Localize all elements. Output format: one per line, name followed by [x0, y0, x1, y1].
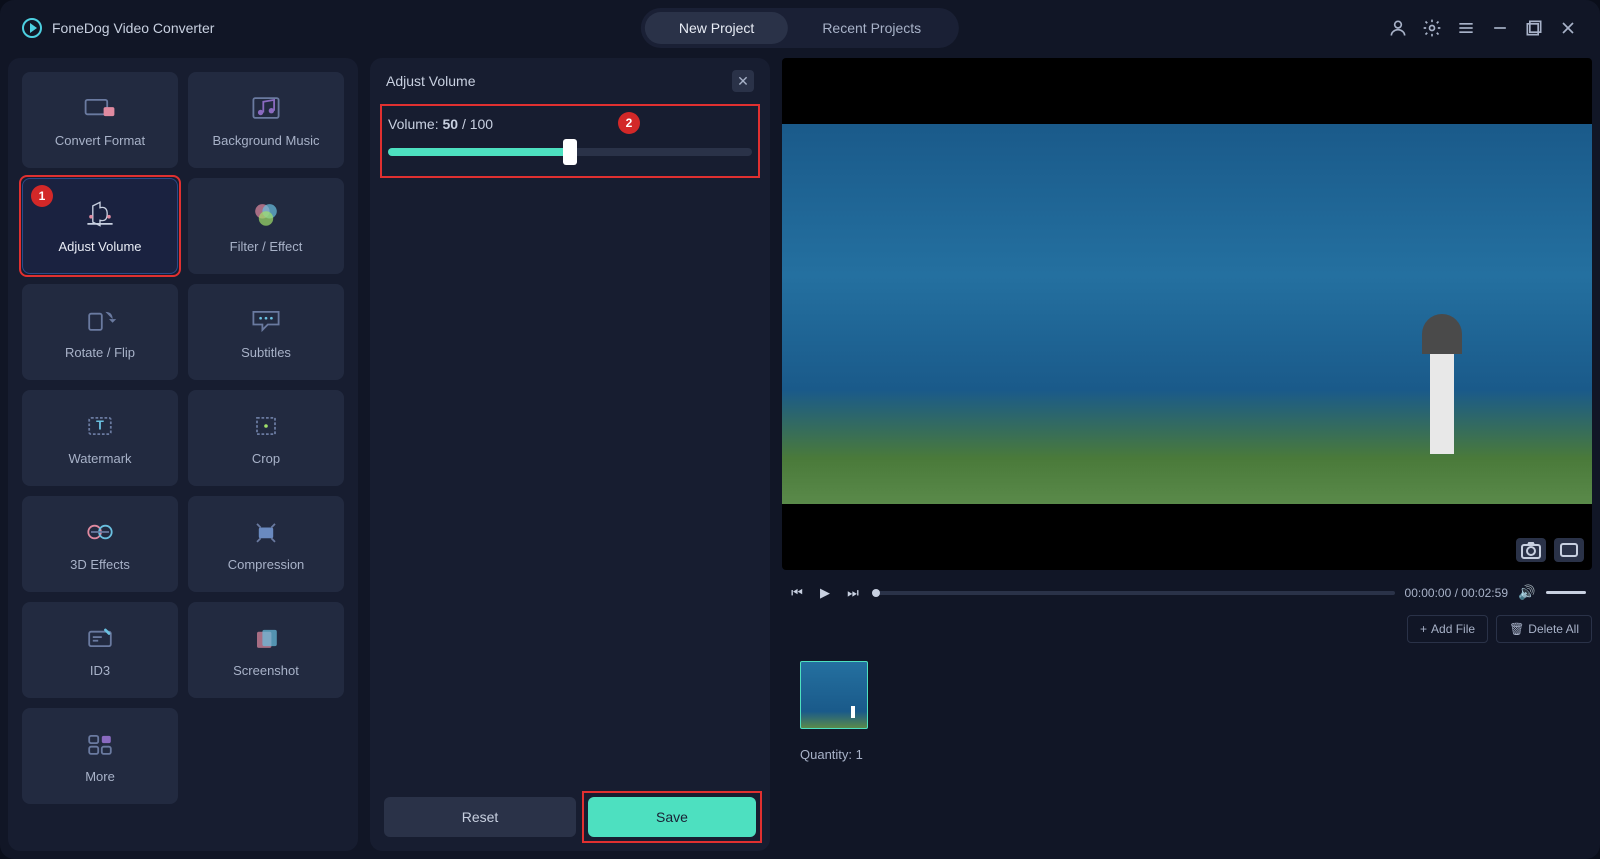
panel-actions: Reset 3 Save [370, 783, 770, 851]
delete-all-button[interactable]: 🗑Delete All [1496, 615, 1592, 643]
tool-label: Crop [252, 451, 280, 466]
volume-section: 2 Volume: 50 / 100 [380, 106, 760, 178]
file-thumbnails [782, 653, 1592, 737]
tools-sidebar: Convert Format Background Music 1 Adjust… [8, 58, 358, 851]
save-button[interactable]: Save [588, 797, 756, 837]
add-file-button[interactable]: +Add File [1407, 615, 1488, 643]
close-button[interactable] [1558, 18, 1578, 38]
tool-label: Filter / Effect [230, 239, 303, 254]
tool-compression[interactable]: Compression [188, 496, 344, 592]
tool-screenshot[interactable]: Screenshot [188, 602, 344, 698]
trash-icon: 🗑 [1509, 622, 1524, 636]
subtitles-icon [248, 305, 284, 335]
tool-label: Adjust Volume [58, 239, 141, 254]
svg-text:T: T [96, 418, 104, 432]
file-actions: +Add File 🗑Delete All [782, 615, 1592, 643]
volume-bar[interactable] [1546, 591, 1586, 594]
tool-label: Watermark [68, 451, 131, 466]
tool-label: Compression [228, 557, 305, 572]
volume-slider[interactable] [388, 148, 752, 156]
tool-subtitles[interactable]: Subtitles [188, 284, 344, 380]
player-controls: ⏮ ▶ ⏭ 00:00:00 / 00:02:59 🔊 [782, 580, 1592, 605]
preview-content [1412, 304, 1472, 454]
tool-label: 3D Effects [70, 557, 130, 572]
preview-frame [782, 124, 1592, 504]
save-button-wrap: 3 Save [588, 797, 756, 837]
filter-effect-icon [248, 199, 284, 229]
tool-id3[interactable]: ID3 [22, 602, 178, 698]
crop-icon [248, 411, 284, 441]
minimize-button[interactable] [1490, 18, 1510, 38]
id3-icon [82, 623, 118, 653]
background-music-icon [248, 93, 284, 123]
tool-label: Screenshot [233, 663, 299, 678]
tool-adjust-volume[interactable]: 1 Adjust Volume [22, 178, 178, 274]
project-tabs: New Project Recent Projects [641, 8, 959, 48]
3d-effects-icon [82, 517, 118, 547]
preview-tools [1516, 538, 1584, 562]
annotation-badge: 1 [31, 185, 53, 207]
quantity-value: 1 [856, 747, 863, 762]
tool-label: More [85, 769, 115, 784]
play-button[interactable]: ▶ [816, 585, 834, 601]
skip-forward-button[interactable]: ⏭ [844, 585, 862, 601]
more-icon [82, 729, 118, 759]
menu-icon[interactable] [1456, 18, 1476, 38]
right-panel: ⏮ ▶ ⏭ 00:00:00 / 00:02:59 🔊 +Add File 🗑D… [782, 58, 1592, 851]
window-controls [1388, 18, 1578, 38]
file-section: +Add File 🗑Delete All Quantity: 1 [782, 615, 1592, 851]
skip-back-button[interactable]: ⏮ [788, 585, 806, 601]
adjust-volume-icon [82, 199, 118, 229]
slider-thumb[interactable] [563, 139, 577, 165]
file-thumbnail[interactable] [800, 661, 868, 729]
volume-value: 50 [442, 116, 458, 132]
tool-background-music[interactable]: Background Music [188, 72, 344, 168]
settings-icon[interactable] [1422, 18, 1442, 38]
app-logo-icon [22, 18, 42, 38]
plus-icon: + [1420, 622, 1427, 636]
tool-label: Subtitles [241, 345, 291, 360]
tool-label: Rotate / Flip [65, 345, 135, 360]
panel-header: Adjust Volume ✕ [370, 58, 770, 104]
annotation-badge: 2 [618, 112, 640, 134]
app-window: FoneDog Video Converter New Project Rece… [0, 0, 1600, 859]
tab-new-project[interactable]: New Project [645, 12, 788, 44]
volume-icon[interactable]: 🔊 [1518, 584, 1536, 601]
titlebar: FoneDog Video Converter New Project Rece… [8, 8, 1592, 48]
screenshot-icon [248, 623, 284, 653]
tool-label: Background Music [213, 133, 320, 148]
account-icon[interactable] [1388, 18, 1408, 38]
main-content: Convert Format Background Music 1 Adjust… [8, 58, 1592, 851]
tool-watermark[interactable]: T Watermark [22, 390, 178, 486]
tool-crop[interactable]: Crop [188, 390, 344, 486]
tool-3d-effects[interactable]: 3D Effects [22, 496, 178, 592]
video-preview [782, 58, 1592, 570]
rotate-flip-icon [82, 305, 118, 335]
convert-format-icon [82, 93, 118, 123]
camera-icon[interactable] [1516, 538, 1546, 562]
reset-button[interactable]: Reset [384, 797, 576, 837]
tool-label: ID3 [90, 663, 110, 678]
panel-title: Adjust Volume [386, 73, 476, 89]
watermark-icon: T [82, 411, 118, 441]
tool-filter-effect[interactable]: Filter / Effect [188, 178, 344, 274]
tool-label: Convert Format [55, 133, 145, 148]
volume-label: Volume: 50 / 100 [388, 116, 752, 132]
tool-convert-format[interactable]: Convert Format [22, 72, 178, 168]
timecode: 00:00:00 / 00:02:59 [1405, 586, 1508, 600]
progress-thumb[interactable] [872, 589, 880, 597]
slider-fill [388, 148, 570, 156]
tab-recent-projects[interactable]: Recent Projects [788, 12, 955, 44]
quantity-label: Quantity: 1 [782, 737, 1592, 772]
progress-bar[interactable] [872, 591, 1395, 595]
tool-more[interactable]: More [22, 708, 178, 804]
adjust-volume-panel: Adjust Volume ✕ 2 Volume: 50 / 100 Reset [370, 58, 770, 851]
fullscreen-icon[interactable] [1554, 538, 1584, 562]
tool-rotate-flip[interactable]: Rotate / Flip [22, 284, 178, 380]
panel-close-button[interactable]: ✕ [732, 70, 754, 92]
app-title: FoneDog Video Converter [52, 20, 214, 36]
maximize-button[interactable] [1524, 18, 1544, 38]
compression-icon [248, 517, 284, 547]
